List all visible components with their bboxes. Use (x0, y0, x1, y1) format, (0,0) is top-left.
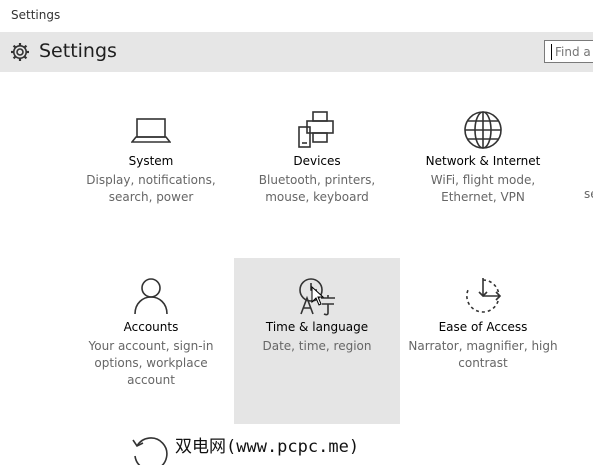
tile-description: WiFi, flight mode, Ethernet, VPN (430, 173, 536, 204)
tile-label: Ease of Access (438, 320, 528, 334)
watermark-text: 双电网(www.pcpc.me) (175, 437, 360, 457)
tile-time-language[interactable]: Time & language Date, time, region (234, 258, 400, 424)
tile-description: Display, notifications, search, power (86, 173, 216, 204)
tile-description: Bluetooth, printers, mouse, keyboard (258, 173, 376, 204)
gear-icon (10, 42, 30, 62)
person-icon (131, 276, 171, 316)
mouse-pointer-icon (311, 285, 325, 306)
ease-of-access-icon (463, 276, 503, 316)
search-input[interactable] (545, 41, 593, 63)
tile-description: Narrator, magnifier, high contrast (408, 339, 558, 370)
tile-network-internet[interactable]: Network & Internet WiFi, flight mode, Et… (400, 92, 566, 258)
text-caret (551, 44, 552, 60)
tile-system[interactable]: System Display, notifications, search, p… (68, 92, 234, 258)
tile-label: Accounts (123, 320, 179, 334)
tile-label: Time & language (265, 320, 369, 334)
devices-icon (297, 110, 337, 150)
window-title: Settings (11, 8, 61, 22)
tile-description: Your account, sign-in options, workplace… (88, 339, 214, 387)
update-security-icon[interactable] (131, 434, 171, 465)
tile-accounts[interactable]: Accounts Your account, sign-in options, … (68, 258, 234, 424)
tile-label: System (128, 154, 174, 168)
laptop-icon (130, 110, 172, 150)
page-title: Settings (39, 40, 117, 62)
partial-tile-text: se (584, 187, 593, 201)
page-header: Settings (0, 32, 593, 72)
tile-ease-of-access[interactable]: Ease of Access Narrator, magnifier, high… (400, 258, 566, 424)
tile-label: Devices (293, 154, 341, 168)
tile-description: Date, time, region (262, 339, 372, 353)
title-bar: Settings (0, 0, 593, 32)
globe-icon (463, 110, 503, 150)
tile-devices[interactable]: Devices Bluetooth, printers, mouse, keyb… (234, 92, 400, 258)
tile-label: Network & Internet (425, 154, 541, 168)
